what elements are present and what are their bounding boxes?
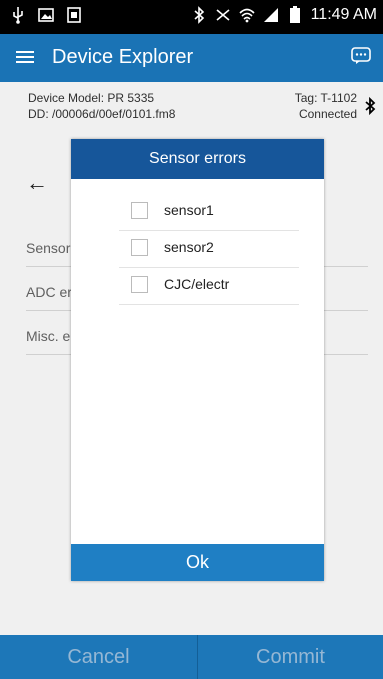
wifi-icon xyxy=(239,8,255,23)
dialog-title: Sensor errors xyxy=(71,139,324,179)
signal-icon xyxy=(263,8,278,22)
usb-icon xyxy=(13,7,23,24)
status-bar: 11:49 AM xyxy=(0,0,383,34)
screenshot-icon xyxy=(67,7,81,23)
bluetooth-icon xyxy=(194,6,204,24)
mute-icon xyxy=(216,9,230,21)
sensor-error-item[interactable]: sensor1 xyxy=(119,194,299,231)
sensor-error-item[interactable]: sensor2 xyxy=(119,231,299,268)
hamburger-menu-icon[interactable] xyxy=(14,46,36,68)
checkbox[interactable] xyxy=(131,276,148,293)
sensor-error-label: CJC/electr xyxy=(164,276,230,292)
chat-icon[interactable] xyxy=(351,47,371,65)
status-right-icons: 11:49 AM xyxy=(191,6,377,24)
battery-icon xyxy=(289,6,300,23)
checkbox[interactable] xyxy=(131,202,148,219)
checkbox[interactable] xyxy=(131,239,148,256)
image-icon xyxy=(38,8,54,22)
status-time: 11:49 AM xyxy=(310,6,377,23)
ok-button[interactable]: Ok xyxy=(71,544,324,581)
app-bar: Device Explorer xyxy=(0,34,383,82)
sensor-error-list: sensor1 sensor2 CJC/electr xyxy=(119,194,299,305)
sensor-errors-dialog: Sensor errors sensor1 sensor2 CJC/electr… xyxy=(71,139,324,581)
sensor-error-label: sensor1 xyxy=(164,202,214,218)
sensor-error-item[interactable]: CJC/electr xyxy=(119,268,299,305)
sensor-error-label: sensor2 xyxy=(164,239,214,255)
page-title: Device Explorer xyxy=(52,46,194,68)
status-left-icons xyxy=(10,6,82,24)
